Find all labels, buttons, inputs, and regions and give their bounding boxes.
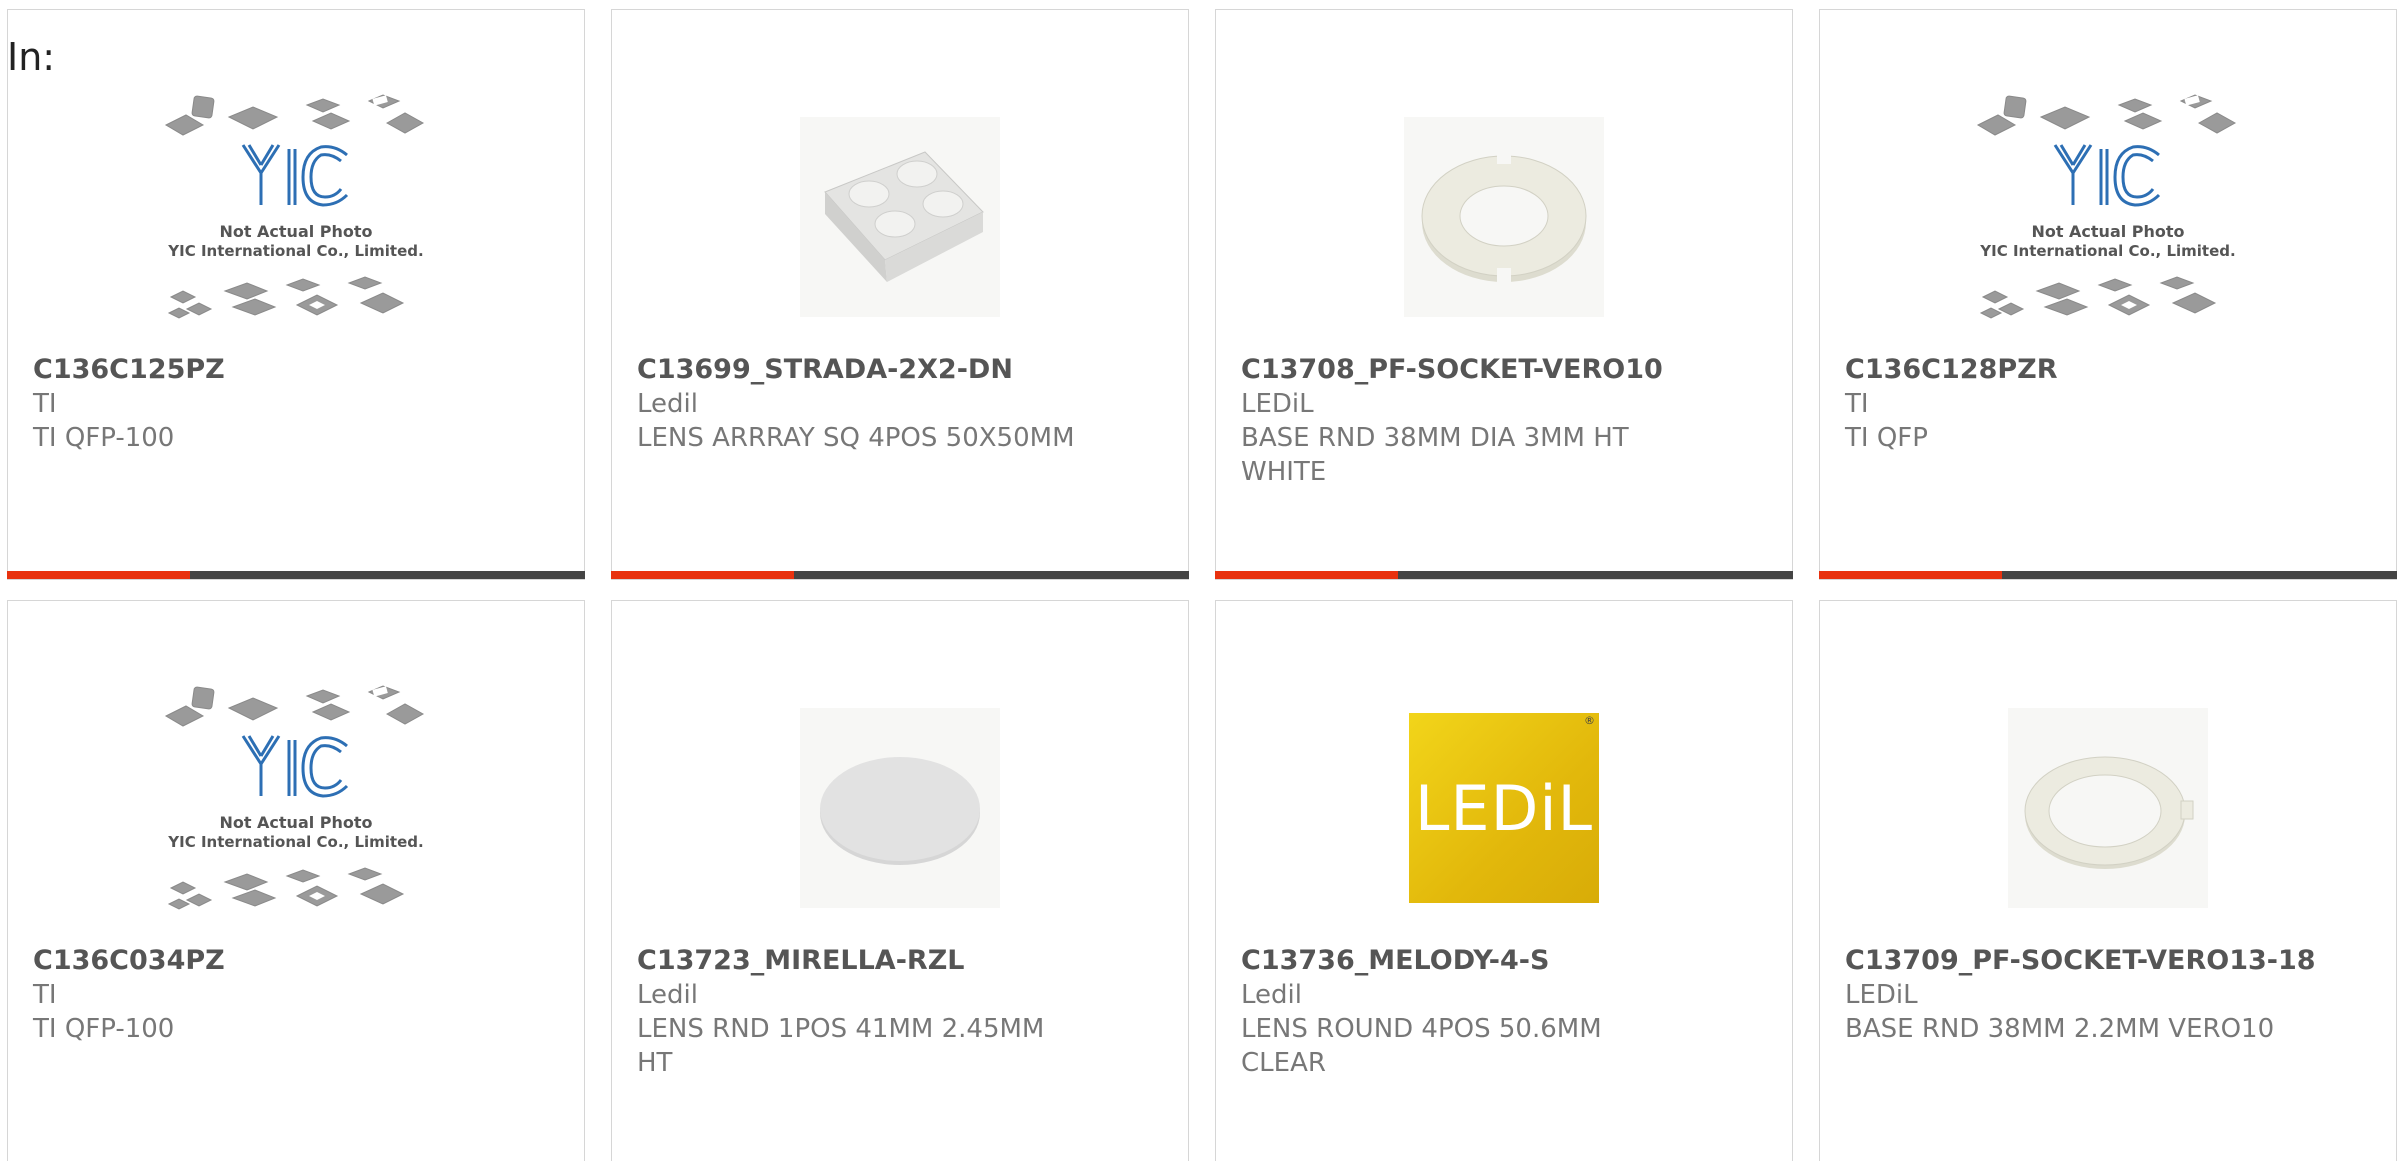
product-card[interactable]: Not Actual Photo YIC International Co., … <box>7 9 585 580</box>
product-card[interactable]: C13723_MIRELLA-RZL Ledil LENS RND 1POS 41M… <box>611 600 1189 1161</box>
card-footer-accent <box>1215 571 1398 579</box>
product-image[interactable] <box>1973 673 2243 943</box>
product-image[interactable] <box>1369 82 1639 352</box>
product-info: C136C125PZ TI TI QFP-100 <box>33 353 564 455</box>
product-description: BASE RND 38MM DIA 3MM HT WHITE <box>1241 423 1629 487</box>
product-card[interactable]: Not Actual Photo YIC International Co., … <box>1819 9 2397 580</box>
product-info: C13736_MELODY-4-S Ledil LENS ROUND 4POS 50… <box>1241 944 1772 1080</box>
product-card[interactable]: C13709_PF-SOCKET-VERO13-18 LEDiL BASE RND … <box>1819 600 2397 1161</box>
card-footer-accent <box>611 571 794 579</box>
placeholder-image[interactable]: Not Actual Photo YIC International Co., … <box>161 673 431 943</box>
card-footer-bar <box>1215 571 1793 579</box>
product-manufacturer: TI <box>33 389 57 419</box>
placeholder-caption: Not Actual Photo <box>2031 222 2184 241</box>
product-card[interactable]: C13708_PF-SOCKET-VERO10 LEDiL BASE RND 38M… <box>1215 9 1793 580</box>
product-card[interactable]: C13699_STRADA-2X2-DN Ledil LENS ARRRAY SQ … <box>611 9 1189 580</box>
product-part-number[interactable]: C13708_PF-SOCKET-VERO10 <box>1241 353 1772 387</box>
product-info: C136C128PZR TI TI QFP <box>1845 353 2376 455</box>
product-info: C136C034PZ TI TI QFP-100 <box>33 944 564 1046</box>
card-footer-bar <box>1819 571 2397 579</box>
card-footer-bar <box>7 571 585 579</box>
product-card[interactable]: LEDiL ® C13736_MELODY-4-S Ledil LENS ROUND 4… <box>1215 600 1793 1161</box>
product-description: BASE RND 38MM 2.2MM VERO10 <box>1845 1014 2275 1044</box>
product-description: TI QFP-100 <box>33 423 175 453</box>
product-description: LENS ROUND 4POS 50.6MM CLEAR <box>1241 1014 1602 1078</box>
product-photo <box>2008 708 2208 908</box>
product-manufacturer: Ledil <box>1241 980 1302 1010</box>
product-manufacturer: Ledil <box>637 980 698 1010</box>
placeholder-caption: Not Actual Photo <box>219 813 372 832</box>
product-description: TI QFP-100 <box>33 1014 175 1044</box>
product-photo <box>1404 117 1604 317</box>
placeholder-image[interactable]: Not Actual Photo YIC International Co., … <box>1973 82 2243 352</box>
product-photo <box>800 117 1000 317</box>
brand-logo-image[interactable]: LEDiL ® <box>1369 673 1639 943</box>
product-part-number[interactable]: C136C034PZ <box>33 944 564 978</box>
card-footer-accent <box>1819 571 2002 579</box>
product-description: TI QFP <box>1845 423 1928 453</box>
product-info: C13723_MIRELLA-RZL Ledil LENS RND 1POS 41M… <box>637 944 1168 1080</box>
product-part-number[interactable]: C13699_STRADA-2X2-DN <box>637 353 1168 387</box>
product-image[interactable] <box>765 673 1035 943</box>
ledil-logo-text: LEDiL <box>1414 771 1594 845</box>
registered-mark-icon: ® <box>1584 714 1596 727</box>
placeholder-company: YIC International Co., Limited. <box>167 242 423 260</box>
product-manufacturer: TI <box>33 980 57 1010</box>
card-footer-accent <box>7 571 190 579</box>
product-image[interactable] <box>765 82 1035 352</box>
product-part-number[interactable]: C13736_MELODY-4-S <box>1241 944 1772 978</box>
placeholder-company: YIC International Co., Limited. <box>167 833 423 851</box>
product-photo <box>800 708 1000 908</box>
in-label: In: <box>7 35 56 79</box>
product-manufacturer: LEDiL <box>1845 980 1918 1010</box>
product-part-number[interactable]: C13709_PF-SOCKET-VERO13-18 <box>1845 944 2376 978</box>
product-manufacturer: TI <box>1845 389 1869 419</box>
placeholder-caption: Not Actual Photo <box>219 222 372 241</box>
product-description: LENS RND 1POS 41MM 2.45MM HT <box>637 1014 1045 1078</box>
product-manufacturer: Ledil <box>637 389 698 419</box>
product-description: LENS ARRRAY SQ 4POS 50X50MM <box>637 423 1075 453</box>
placeholder-image[interactable]: Not Actual Photo YIC International Co., … <box>161 82 431 352</box>
placeholder-company: YIC International Co., Limited. <box>1979 242 2235 260</box>
product-manufacturer: LEDiL <box>1241 389 1314 419</box>
product-part-number[interactable]: C136C125PZ <box>33 353 564 387</box>
ledil-logo: LEDiL ® <box>1409 713 1599 903</box>
product-info: C13709_PF-SOCKET-VERO13-18 LEDiL BASE RND … <box>1845 944 2376 1046</box>
product-info: C13708_PF-SOCKET-VERO10 LEDiL BASE RND 38M… <box>1241 353 1772 489</box>
product-part-number[interactable]: C136C128PZR <box>1845 353 2376 387</box>
product-card[interactable]: Not Actual Photo YIC International Co., … <box>7 600 585 1161</box>
product-grid-page: In: Not Actual Photo YIC International C… <box>0 0 2400 1161</box>
product-part-number[interactable]: C13723_MIRELLA-RZL <box>637 944 1168 978</box>
card-footer-bar <box>611 571 1189 579</box>
product-info: C13699_STRADA-2X2-DN Ledil LENS ARRRAY SQ … <box>637 353 1168 455</box>
